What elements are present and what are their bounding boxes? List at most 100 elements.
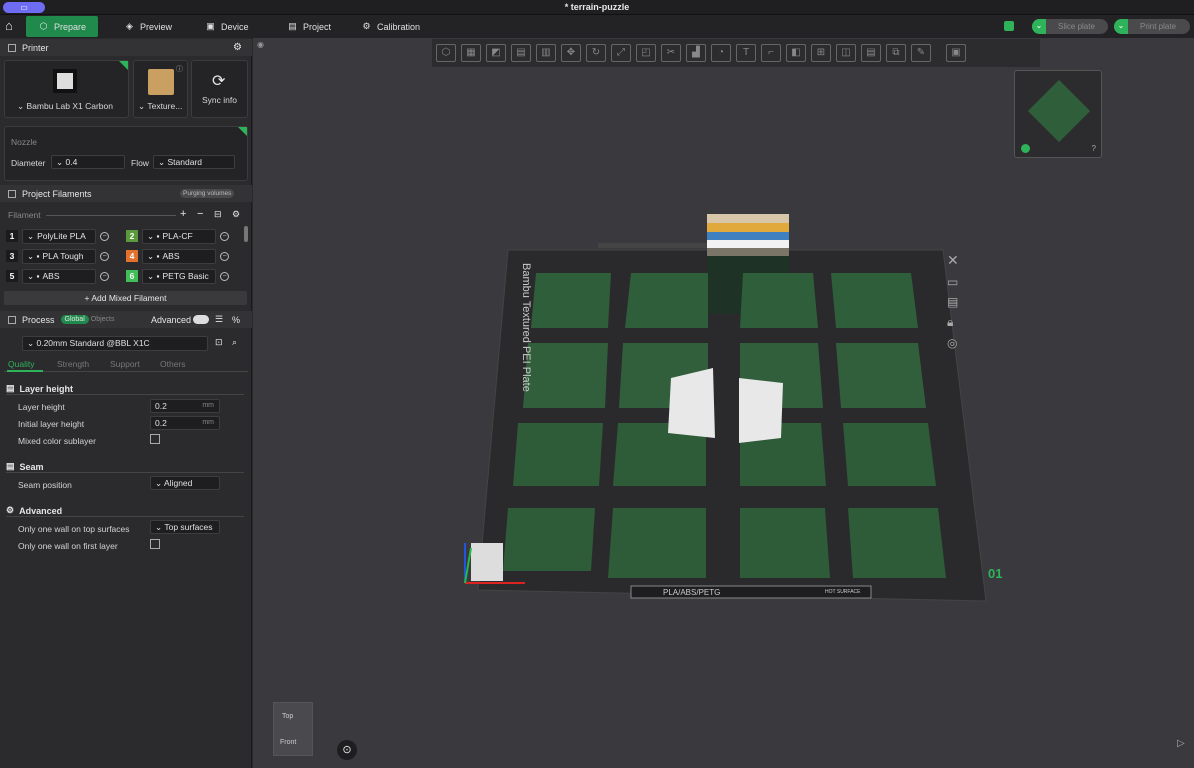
process-preset-select[interactable]: ⌄ 0.20mm Standard @BBL X1C (22, 336, 208, 351)
remove-filament-icon[interactable]: − (220, 271, 229, 281)
variable-layer-icon[interactable]: ▤ (861, 44, 881, 62)
sync-filament-icon[interactable]: ⊟ (214, 209, 222, 220)
help-icon[interactable]: ? (1092, 144, 1096, 153)
plate-card[interactable]: ⓘ ⌄ Texture... (133, 60, 188, 118)
plate-type: ⌄ Texture... (138, 101, 183, 111)
plate-tools: ✕ ▭ ▤ 🔒︎ ◎ (947, 252, 973, 372)
add-object-icon[interactable]: ⬡ (436, 44, 456, 62)
main-tabbar: ⌂ ⬡ Prepare ◈ Preview ▣ Device ▤ Project ⚙ Ca… (0, 15, 1194, 38)
brim-ears-icon[interactable]: ◫ (836, 44, 856, 62)
tab-preview[interactable]: ◈ Preview (124, 16, 172, 37)
axis-cube (471, 543, 503, 581)
move-icon[interactable]: ✥ (561, 44, 581, 62)
camera-reset-icon[interactable]: ⊙ (337, 740, 357, 760)
slice-plate-button[interactable]: ⌄ Slice plate (1032, 19, 1108, 34)
wall-top-select[interactable]: ⌄ Top surfaces (150, 520, 220, 534)
wall-first-checkbox[interactable] (150, 539, 160, 549)
filament-select[interactable]: ⌄ ▪ ABS (22, 268, 96, 284)
tab-project[interactable]: ▤ Project (287, 16, 331, 37)
lock-icon[interactable]: 🔒︎ (947, 315, 973, 330)
filament-row-1[interactable]: 1 ⌄ PolyLite PLA − (6, 228, 109, 244)
filament-row-6[interactable]: 6 ⌄ ▪ PETG Basic − (126, 268, 229, 284)
printer-card[interactable]: ⌄ Bambu Lab X1 Carbon (4, 60, 129, 118)
global-toggle[interactable]: Global (60, 315, 89, 324)
tab-device[interactable]: ▣ Device (205, 16, 248, 37)
remove-filament-icon[interactable]: − (100, 271, 109, 281)
tab-calibration[interactable]: ⚙ Calibration (361, 16, 420, 37)
scale-icon[interactable]: ⤢ (611, 44, 631, 62)
cut-icon[interactable]: ✂ (661, 44, 681, 62)
percent-icon[interactable]: % (232, 315, 240, 325)
add-plate-icon[interactable]: ▦ (461, 44, 481, 62)
arrange-plate-icon[interactable]: ▭ (947, 275, 973, 289)
save-icon[interactable]: ⊡ (215, 337, 223, 348)
tab-prepare[interactable]: ⬡ Prepare (26, 16, 99, 37)
view-mode-icon[interactable]: ▣ (946, 44, 966, 62)
eye-icon[interactable]: ◎ (947, 336, 973, 350)
diameter-select[interactable]: ⌄ 0.4 (51, 155, 125, 169)
filament-select[interactable]: ⌄ ▪ PLA Tough (22, 248, 96, 264)
lay-on-face-icon[interactable]: ◰ (636, 44, 656, 62)
rotate-icon[interactable]: ↻ (586, 44, 606, 62)
paint-icon[interactable]: ✎ (911, 44, 931, 62)
remove-filament-icon[interactable]: − (220, 231, 229, 241)
add-icon[interactable]: + (180, 208, 186, 220)
initial-layer-height-input[interactable]: 0.2 mm (150, 416, 220, 430)
project-icon: ▤ (288, 21, 297, 31)
advanced-toggle[interactable] (193, 315, 209, 324)
filament-select[interactable]: ⌄ ▪ PETG Basic (142, 268, 216, 284)
filament-row-5[interactable]: 5 ⌄ ▪ ABS − (6, 268, 109, 284)
search-icon[interactable]: ⌕ (232, 337, 237, 348)
layer-height-input[interactable]: 0.2 mm (150, 399, 220, 413)
remove-filament-icon[interactable]: − (100, 251, 109, 261)
filament-select[interactable]: ⌄ ▪ PLA-CF (142, 228, 216, 244)
objects-toggle[interactable]: Objects (91, 316, 115, 323)
orient-icon[interactable]: ◩ (486, 44, 506, 62)
filaments-header: Project Filaments Purging volumes (0, 185, 252, 202)
tab-strength[interactable]: Strength (57, 359, 89, 369)
nozzle-card: Nozzle Diameter ⌄ 0.4 Flow ⌄ Standard (4, 126, 248, 181)
prime-layer (707, 248, 789, 256)
title-bar: ▭ * terrain-puzzle (0, 0, 1194, 15)
filament-select[interactable]: ⌄ ▪ ABS (142, 248, 216, 264)
add-mixed-filament-button[interactable]: + Add Mixed Filament (4, 291, 247, 305)
seam-position-select[interactable]: ⌄ Aligned (150, 476, 220, 490)
boolean-icon[interactable]: ⊞ (811, 44, 831, 62)
remove-filament-icon[interactable]: − (100, 231, 109, 241)
plate-thumbnail[interactable]: ? (1014, 70, 1102, 158)
plate-settings-icon[interactable]: ▤ (947, 295, 973, 309)
close-plate-icon[interactable]: ✕ (947, 252, 973, 269)
filament-row-3[interactable]: 3 ⌄ ▪ PLA Tough − (6, 248, 109, 264)
mixed-color-checkbox[interactable] (150, 434, 160, 444)
measure-icon[interactable]: ⌐ (761, 44, 781, 62)
filament-row-2[interactable]: 2 ⌄ ▪ PLA-CF − (126, 228, 229, 244)
gear-icon[interactable]: ⚙ (232, 209, 240, 220)
text-icon[interactable]: T (736, 44, 756, 62)
info-icon[interactable]: ⓘ (176, 64, 183, 74)
printer-header: Printer ⚙ (0, 39, 252, 56)
support-paint-icon[interactable]: ▟ (686, 44, 706, 62)
tab-quality[interactable]: Quality (8, 359, 34, 369)
split-icon[interactable]: ▥ (536, 44, 556, 62)
clone-icon[interactable]: ⧉ (886, 44, 906, 62)
remove-icon[interactable]: − (197, 208, 203, 220)
arrange-icon[interactable]: ▤ (511, 44, 531, 62)
notification-icon[interactable] (1004, 21, 1014, 31)
scrollbar[interactable] (244, 226, 248, 242)
tab-support[interactable]: Support (110, 359, 140, 369)
seam-paint-icon[interactable]: ◔ (711, 44, 731, 62)
print-plate-button[interactable]: ⌄ Print plate (1114, 19, 1190, 34)
list-icon[interactable]: ☰ (215, 314, 223, 325)
expand-icon[interactable]: ▷ (1177, 738, 1185, 749)
filament-row-4[interactable]: 4 ⌄ ▪ ABS − (126, 248, 229, 264)
assembly-icon[interactable]: ◧ (786, 44, 806, 62)
remove-filament-icon[interactable]: − (220, 251, 229, 261)
gear-icon[interactable]: ⚙ (233, 42, 242, 53)
view-cube[interactable]: Top Front (273, 702, 313, 756)
tab-others[interactable]: Others (160, 359, 186, 369)
flow-select[interactable]: ⌄ Standard (153, 155, 235, 169)
filament-select[interactable]: ⌄ PolyLite PLA (22, 228, 96, 244)
sync-info-button[interactable]: ⟳ Sync info (191, 60, 248, 118)
home-icon[interactable]: ⌂ (5, 19, 13, 33)
purging-volumes-button[interactable]: Purging volumes (180, 189, 235, 198)
